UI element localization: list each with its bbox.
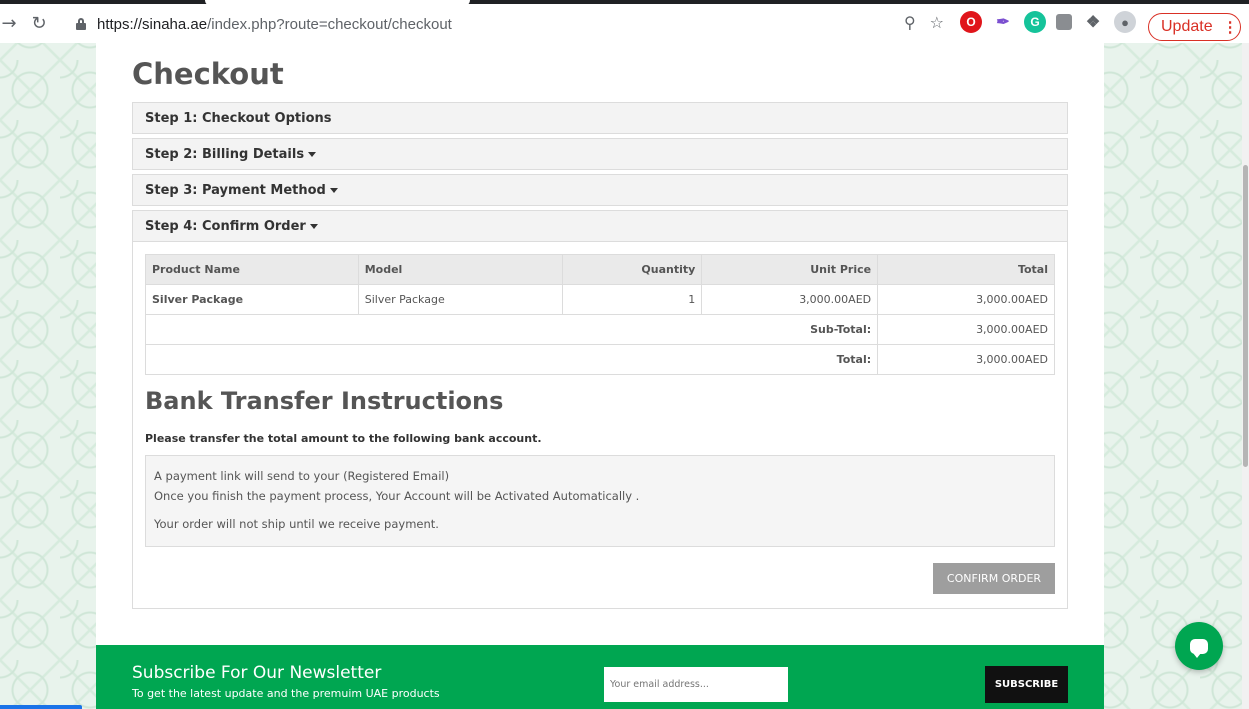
url-path: /index.php?route=checkout/checkout	[207, 15, 452, 33]
total-value: 3,000.00AED	[877, 344, 1055, 375]
reload-icon[interactable]: ↻	[24, 9, 54, 39]
subtotal-label: Sub-Total:	[144, 314, 879, 345]
profile-avatar-icon[interactable]: ●	[1114, 11, 1136, 33]
instruction-line: Once you finish the payment process, You…	[154, 489, 640, 503]
table-row: Silver Package Silver Package 1 3,000.00…	[145, 284, 1055, 315]
url-host: https://sinaha.ae	[97, 15, 208, 33]
newsletter-title: Subscribe For Our Newsletter	[132, 663, 382, 683]
more-menu-icon[interactable]: ⋮	[1223, 18, 1238, 36]
back-arrow-icon[interactable]: →	[0, 9, 24, 39]
browser-toolbar: → ↻ https://sinaha.ae/index.php?route=ch…	[0, 0, 1249, 43]
page-title: Checkout	[132, 57, 284, 91]
step-label: Step 3: Payment Method	[145, 183, 326, 198]
caret-down-icon	[309, 224, 318, 229]
step-label: Step 2: Billing Details	[145, 147, 305, 162]
page-content: Checkout Step 1: Checkout Options Step 2…	[96, 43, 1104, 645]
step-checkout-options[interactable]: Step 1: Checkout Options	[132, 102, 1068, 134]
grammarly-extension-icon[interactable]: G	[1024, 11, 1046, 33]
bank-instructions-box: A payment link will send to your (Regist…	[145, 455, 1055, 547]
lock-icon	[76, 18, 86, 30]
active-tab-edge	[205, 0, 470, 6]
order-table: Product Name Model Quantity Unit Price T…	[144, 254, 1055, 375]
zoom-icon[interactable]: ⚲	[904, 13, 916, 32]
scrollbar-thumb[interactable]	[1243, 165, 1248, 467]
chat-button[interactable]	[1175, 622, 1223, 670]
subtotal-value: 3,000.00AED	[877, 314, 1055, 345]
header-quantity: Quantity	[562, 254, 703, 285]
newsletter-section: Subscribe For Our Newsletter To get the …	[96, 645, 1104, 709]
step-label: Step 1: Checkout Options	[145, 111, 332, 126]
address-bar[interactable]: https://sinaha.ae/index.php?route=checko…	[62, 9, 950, 39]
total-cell: 3,000.00AED	[877, 284, 1055, 315]
page-scrollbar[interactable]	[1242, 43, 1249, 709]
subscribe-button[interactable]: SUBSCRIBE	[985, 666, 1068, 703]
model-cell: Silver Package	[357, 284, 564, 315]
step-confirm-order[interactable]: Step 4: Confirm Order	[132, 210, 1068, 242]
step-billing-details[interactable]: Step 2: Billing Details	[132, 138, 1068, 170]
bottom-indicator	[0, 705, 82, 709]
header-product-name: Product Name	[145, 254, 359, 285]
total-row: Total: 3,000.00AED	[144, 344, 1055, 375]
total-label: Total:	[144, 344, 879, 375]
newsletter-subtitle: To get the latest update and the premuim…	[132, 687, 440, 700]
update-button[interactable]: Update ⋮	[1148, 13, 1241, 41]
update-label: Update	[1161, 18, 1213, 35]
unit-price-cell: 3,000.00AED	[701, 284, 879, 315]
caret-down-icon	[329, 188, 338, 193]
newsletter-email-input[interactable]	[604, 667, 788, 702]
url-text[interactable]: https://sinaha.ae/index.php?route=checko…	[97, 16, 452, 33]
confirm-order-button[interactable]: CONFIRM ORDER	[933, 563, 1055, 594]
product-name-link[interactable]: Silver Package	[145, 284, 359, 315]
opera-extension-icon[interactable]: O	[960, 11, 982, 33]
instruction-line: Your order will not ship until we receiv…	[154, 517, 439, 531]
table-header-row: Product Name Model Quantity Unit Price T…	[145, 254, 1055, 285]
window-extension-icon[interactable]	[1056, 14, 1072, 30]
subtotal-row: Sub-Total: 3,000.00AED	[144, 314, 1055, 345]
quantity-cell: 1	[562, 284, 703, 315]
caret-down-icon	[308, 152, 317, 157]
header-total: Total	[877, 254, 1055, 285]
extensions-puzzle-icon[interactable]: ❖	[1082, 11, 1104, 33]
step-label: Step 4: Confirm Order	[145, 219, 306, 234]
bookmark-star-icon[interactable]: ☆	[930, 13, 944, 32]
bank-transfer-title: Bank Transfer Instructions	[145, 387, 504, 415]
confirm-order-panel: Product Name Model Quantity Unit Price T…	[132, 241, 1068, 609]
header-unit-price: Unit Price	[701, 254, 879, 285]
header-model: Model	[357, 254, 564, 285]
bank-transfer-subtitle: Please transfer the total amount to the …	[145, 432, 542, 445]
instruction-line: A payment link will send to your (Regist…	[154, 469, 450, 483]
step-payment-method[interactable]: Step 3: Payment Method	[132, 174, 1068, 206]
feather-extension-icon[interactable]: ✒	[992, 11, 1014, 33]
chat-bubble-icon	[1190, 638, 1208, 658]
